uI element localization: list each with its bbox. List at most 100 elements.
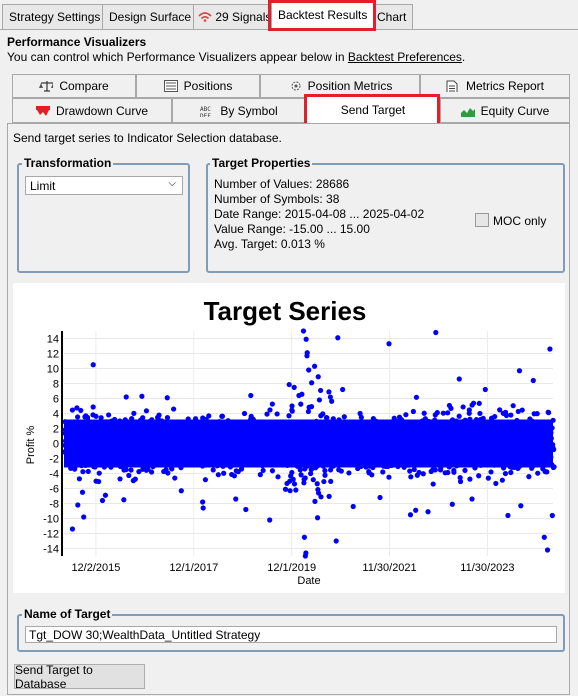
chart-point — [267, 517, 273, 523]
chart-point — [470, 400, 477, 406]
name-of-target-label: Name of Target — [22, 607, 113, 621]
tab-by-symbol[interactable]: ABC DEF By Symbol — [172, 98, 306, 123]
y-tick-label: -12 — [43, 529, 59, 541]
tab-positions[interactable]: Positions — [136, 74, 260, 98]
chart-point — [326, 493, 332, 499]
chart-point — [544, 547, 551, 553]
chart-point — [346, 470, 352, 476]
target-series-chart: Target Series 14 12 10 8 6 4 2 0 -2 -4 -6 -8 -10 -12 -… — [13, 283, 565, 593]
chart-point — [508, 469, 514, 476]
backtest-preferences-link[interactable]: Backtest Preferences — [348, 50, 462, 64]
chart-point — [178, 488, 184, 494]
chart-point — [350, 503, 356, 510]
document-icon — [446, 80, 458, 92]
tab-send-target[interactable]: Send Target — [306, 94, 440, 124]
chart-point — [202, 477, 209, 483]
chart-point — [99, 497, 106, 504]
scale-icon — [39, 81, 54, 92]
tab-signals[interactable]: 29 Signals — [193, 4, 279, 29]
chart-point — [221, 470, 227, 476]
chart-point — [466, 407, 472, 413]
chart-point — [411, 466, 417, 473]
tab-drawdown-curve[interactable]: Drawdown Curve — [12, 98, 172, 123]
x-tick-labels: 12/2/2015 12/1/2017 12/1/2019 11/30/2021 11/… — [71, 562, 514, 574]
tab-by-symbol-label: By Symbol — [220, 103, 278, 118]
description-suffix: . — [461, 50, 466, 64]
chart-point — [287, 488, 293, 494]
chart-point — [69, 407, 76, 413]
tab-compare[interactable]: Compare — [12, 74, 136, 98]
chart-point — [316, 397, 323, 403]
chart-point — [333, 538, 339, 544]
page-title: Performance Visualizers — [7, 35, 147, 49]
transformation-select[interactable]: Limit ⌵ — [25, 176, 183, 195]
chart-point — [121, 497, 127, 503]
chart-point — [312, 498, 318, 504]
chart-point — [96, 478, 102, 485]
y-tick-label: 2 — [53, 424, 59, 436]
tab-equity-curve[interactable]: Equity Curve — [440, 98, 570, 123]
chart-point — [300, 328, 307, 334]
chart-point — [377, 494, 383, 501]
chart-point — [117, 476, 123, 482]
tab-positions-label: Positions — [183, 79, 233, 93]
chart-point — [132, 476, 138, 482]
target-name-input[interactable]: Tgt_DOW 30;WealthData_Untitled Strategy — [25, 626, 557, 643]
tab-metrics-report[interactable]: Metrics Report — [420, 74, 570, 98]
moc-only-checkbox[interactable] — [475, 213, 489, 227]
page-description: You can control which Performance Visual… — [7, 50, 465, 64]
chart-point — [215, 472, 221, 478]
target-series-chart-svg: Target Series 14 12 10 8 6 4 2 0 -2 -4 -6 -8 -10 -12 -… — [25, 296, 557, 587]
tab-strategy-settings[interactable]: Strategy Settings — [2, 4, 108, 29]
chart-point — [321, 478, 327, 485]
chart-point — [448, 405, 454, 411]
chart-point — [126, 472, 132, 479]
chart-point — [485, 475, 491, 481]
chart-point — [467, 476, 473, 482]
tab-backtest-results[interactable]: Backtest Results — [271, 2, 375, 30]
chart-point — [544, 469, 550, 475]
chevron-down-icon: ⌵ — [168, 178, 176, 189]
tab-compare-label: Compare — [59, 79, 109, 93]
chart-point — [314, 481, 320, 487]
intro-text: Send target series to Indicator Selectio… — [13, 131, 282, 145]
chart-point — [267, 407, 273, 413]
send-target-button[interactable]: Send Target to Database — [14, 663, 145, 691]
moc-only-label: MOC only — [493, 214, 547, 228]
x-tick-label: 12/2/2015 — [71, 562, 120, 574]
chart-point — [502, 470, 509, 477]
chart-point — [407, 468, 413, 474]
chart-point — [386, 474, 392, 480]
chart-point — [210, 467, 216, 473]
chart-point — [264, 411, 270, 417]
tab-chart[interactable]: Chart — [373, 4, 414, 29]
x-tick-label: 11/30/2021 — [362, 562, 416, 574]
svg-text:ABC: ABC — [200, 106, 211, 113]
chart-point — [128, 467, 134, 473]
chart-point — [123, 467, 129, 473]
abc-symbol-icon: ABC DEF — [200, 106, 211, 117]
chart-point — [79, 489, 86, 495]
chart-point — [456, 413, 462, 419]
chart-point — [291, 481, 298, 487]
chart-point — [282, 486, 289, 492]
prop-avg-target: Avg. Target: 0.013 % — [214, 237, 325, 251]
chart-point — [358, 414, 364, 420]
chart-point — [274, 411, 280, 417]
target-properties-label: Target Properties — [210, 156, 313, 170]
chart-point — [298, 472, 304, 478]
chart-point — [200, 505, 206, 511]
chart-point — [322, 472, 328, 478]
chart-point — [248, 392, 254, 399]
y-axis-label: Profit % — [25, 426, 37, 465]
chart-point — [85, 468, 91, 475]
chart-point — [143, 408, 150, 414]
drawdown-chart-icon — [35, 105, 50, 116]
tab-design-surface[interactable]: Design Surface — [102, 4, 199, 29]
x-tick-label: 12/1/2019 — [267, 562, 316, 574]
x-tick-label: 12/1/2017 — [169, 562, 218, 574]
chart-point — [78, 407, 84, 414]
y-tick-label: 8 — [53, 379, 59, 391]
chart-point — [518, 503, 524, 509]
chart-point — [303, 550, 309, 556]
